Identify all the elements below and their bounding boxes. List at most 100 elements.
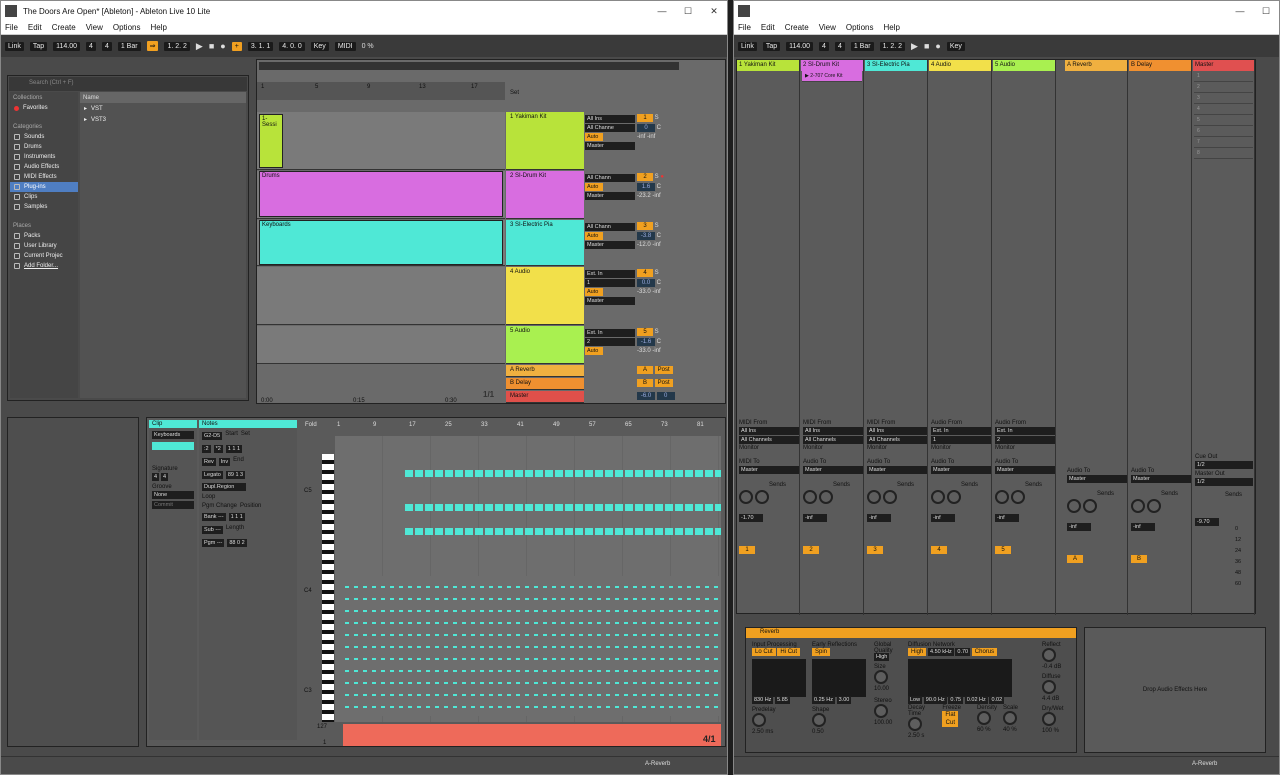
minimize-icon[interactable]: — <box>649 6 675 16</box>
density-knob[interactable] <box>976 711 991 725</box>
signature-den[interactable]: 4 <box>834 41 845 51</box>
monitor-auto[interactable]: Auto <box>585 232 603 240</box>
scene-1[interactable]: 1 <box>1194 71 1253 82</box>
menu-view[interactable]: View <box>86 23 103 32</box>
sidebar-item-clips[interactable]: Clips <box>10 192 78 202</box>
io-input-select[interactable]: Ext. In <box>995 427 1055 435</box>
io-input-select[interactable]: All Ins <box>867 427 927 435</box>
velocity-lane[interactable] <box>343 724 721 746</box>
track-title[interactable]: 4 Audio <box>929 60 991 71</box>
track-activator-button[interactable]: A <box>1067 555 1083 563</box>
close-icon[interactable]: ✕ <box>701 6 727 17</box>
chorus-amount[interactable]: 0.02 <box>989 696 1005 704</box>
midi-map-button[interactable]: MIDI <box>334 41 356 51</box>
set-start-button[interactable]: Set <box>241 431 250 441</box>
sidebar-item-sounds[interactable]: Sounds <box>10 132 78 142</box>
solo-button[interactable]: S <box>655 115 659 121</box>
menu-view[interactable]: View <box>819 23 836 32</box>
pan-field[interactable]: C <box>657 184 661 190</box>
play-icon[interactable]: ▶ <box>196 41 203 52</box>
position-field[interactable]: 1. 2. 2 <box>879 41 906 51</box>
chorus-rate[interactable]: 0.02 Hz <box>964 696 988 704</box>
play-icon[interactable]: ▶ <box>911 41 918 52</box>
send-a-knob[interactable] <box>803 490 817 504</box>
track-lane-3[interactable]: Keyboards <box>257 220 505 266</box>
track-volume-field[interactable]: -inf <box>867 514 891 522</box>
sidebar-item-add-folder[interactable]: Add Folder... <box>10 261 78 271</box>
post-button[interactable]: Post <box>654 379 673 387</box>
sidebar-item-drums[interactable]: Drums <box>10 142 78 152</box>
overdub-icon[interactable]: + <box>231 41 242 51</box>
hi-cut-freq[interactable]: 5.85 <box>775 696 790 704</box>
spin-display[interactable] <box>812 659 866 697</box>
volume-field[interactable]: 0 <box>637 124 655 132</box>
monitor-auto[interactable]: Auto <box>585 183 603 191</box>
list-item[interactable]: ▸ VST3 <box>80 114 246 125</box>
io-output-select[interactable]: Master <box>995 466 1055 474</box>
track-volume-field[interactable]: -inf <box>931 514 955 522</box>
size-knob[interactable] <box>874 670 888 684</box>
stop-icon[interactable]: ■ <box>209 41 214 51</box>
reverse-button[interactable]: Rev <box>202 458 216 466</box>
send-a-knob[interactable] <box>1131 499 1145 513</box>
signature-den-field[interactable]: 4 <box>161 473 169 481</box>
clip-color-swatch[interactable] <box>152 442 194 450</box>
track-header-4[interactable]: 4 Audio <box>506 267 584 325</box>
note-row[interactable] <box>405 470 721 477</box>
sidebar-item-user-library[interactable]: User Library <box>10 241 78 251</box>
low-button[interactable]: Low <box>908 696 923 704</box>
scene-8[interactable]: 8 <box>1194 148 1253 159</box>
track-activator-button[interactable]: 5 <box>995 546 1011 554</box>
io-output-select[interactable]: Master <box>867 466 927 474</box>
high-button[interactable]: High <box>908 648 927 656</box>
duplicate-region-button[interactable]: Dupl.Region <box>202 483 246 491</box>
io-output-select[interactable]: Master <box>931 466 991 474</box>
track-lane-1[interactable]: 1-Sessi <box>257 112 505 170</box>
track-volume-field[interactable]: -inf <box>803 514 827 522</box>
post-button[interactable]: Post <box>654 366 673 374</box>
track-volume-field[interactable]: -inf <box>1067 523 1091 531</box>
menu-create[interactable]: Create <box>52 23 76 32</box>
stop-icon[interactable]: ■ <box>924 41 929 51</box>
piano-keyboard[interactable] <box>322 454 334 722</box>
invert-button[interactable]: Inv <box>218 458 231 466</box>
midi-note-grid[interactable]: 1 9 17 25 33 41 49 57 65 73 81 <box>335 422 721 722</box>
device-title-bar[interactable]: Reverb <box>746 628 1076 638</box>
input-type-select[interactable]: All Ins <box>585 115 635 123</box>
low-q[interactable]: 0.75 <box>948 696 964 704</box>
send-b-knob[interactable] <box>946 490 961 504</box>
menu-edit[interactable]: Edit <box>28 23 42 32</box>
clip-slot[interactable]: ▶ 2-707 Core Kit <box>802 71 862 82</box>
groove-select[interactable]: None <box>152 491 194 499</box>
sidebar-item-instruments[interactable]: Instruments <box>10 152 78 162</box>
pan-field[interactable]: C <box>657 280 661 286</box>
track-title[interactable]: B Delay <box>1129 60 1191 71</box>
link-button[interactable]: Link <box>5 41 24 51</box>
scene-7[interactable]: 7 <box>1194 137 1253 148</box>
track-activator-button[interactable]: B <box>1131 555 1147 563</box>
scene-5[interactable]: 5 <box>1194 115 1253 126</box>
track-title[interactable]: Master <box>1193 60 1254 71</box>
send-a-knob[interactable] <box>1067 499 1081 513</box>
filter-display[interactable] <box>752 659 806 697</box>
menu-help[interactable]: Help <box>150 23 166 32</box>
track-activator-button[interactable]: 5 <box>637 328 653 336</box>
tap-button[interactable]: Tap <box>762 41 781 51</box>
input-channel-select[interactable]: 2 <box>585 338 635 346</box>
return-header-b[interactable]: B Delay <box>506 378 584 390</box>
lo-cut-freq[interactable]: 830 Hz <box>752 696 774 704</box>
monitor-auto[interactable]: Auto <box>585 288 603 296</box>
scene-4[interactable]: 4 <box>1194 104 1253 115</box>
io-output-select[interactable]: Master <box>803 466 863 474</box>
volume-field[interactable]: 1.6 <box>637 183 655 191</box>
legato-button[interactable]: Legato <box>202 471 223 479</box>
arrangement-clip[interactable]: Keyboards <box>259 220 503 265</box>
track-title[interactable]: 5 Audio <box>993 60 1055 71</box>
input-type-select[interactable]: Ext. In <box>585 270 635 278</box>
master-out-select[interactable]: 1/2 <box>1195 478 1253 486</box>
record-icon[interactable]: ● <box>220 41 225 51</box>
track-volume-field[interactable]: -inf <box>995 514 1019 522</box>
sidebar-item-packs[interactable]: Packs <box>10 231 78 241</box>
sidebar-item-current-project[interactable]: Current Projec <box>10 251 78 261</box>
return-header-a[interactable]: A Reverb <box>506 365 584 377</box>
